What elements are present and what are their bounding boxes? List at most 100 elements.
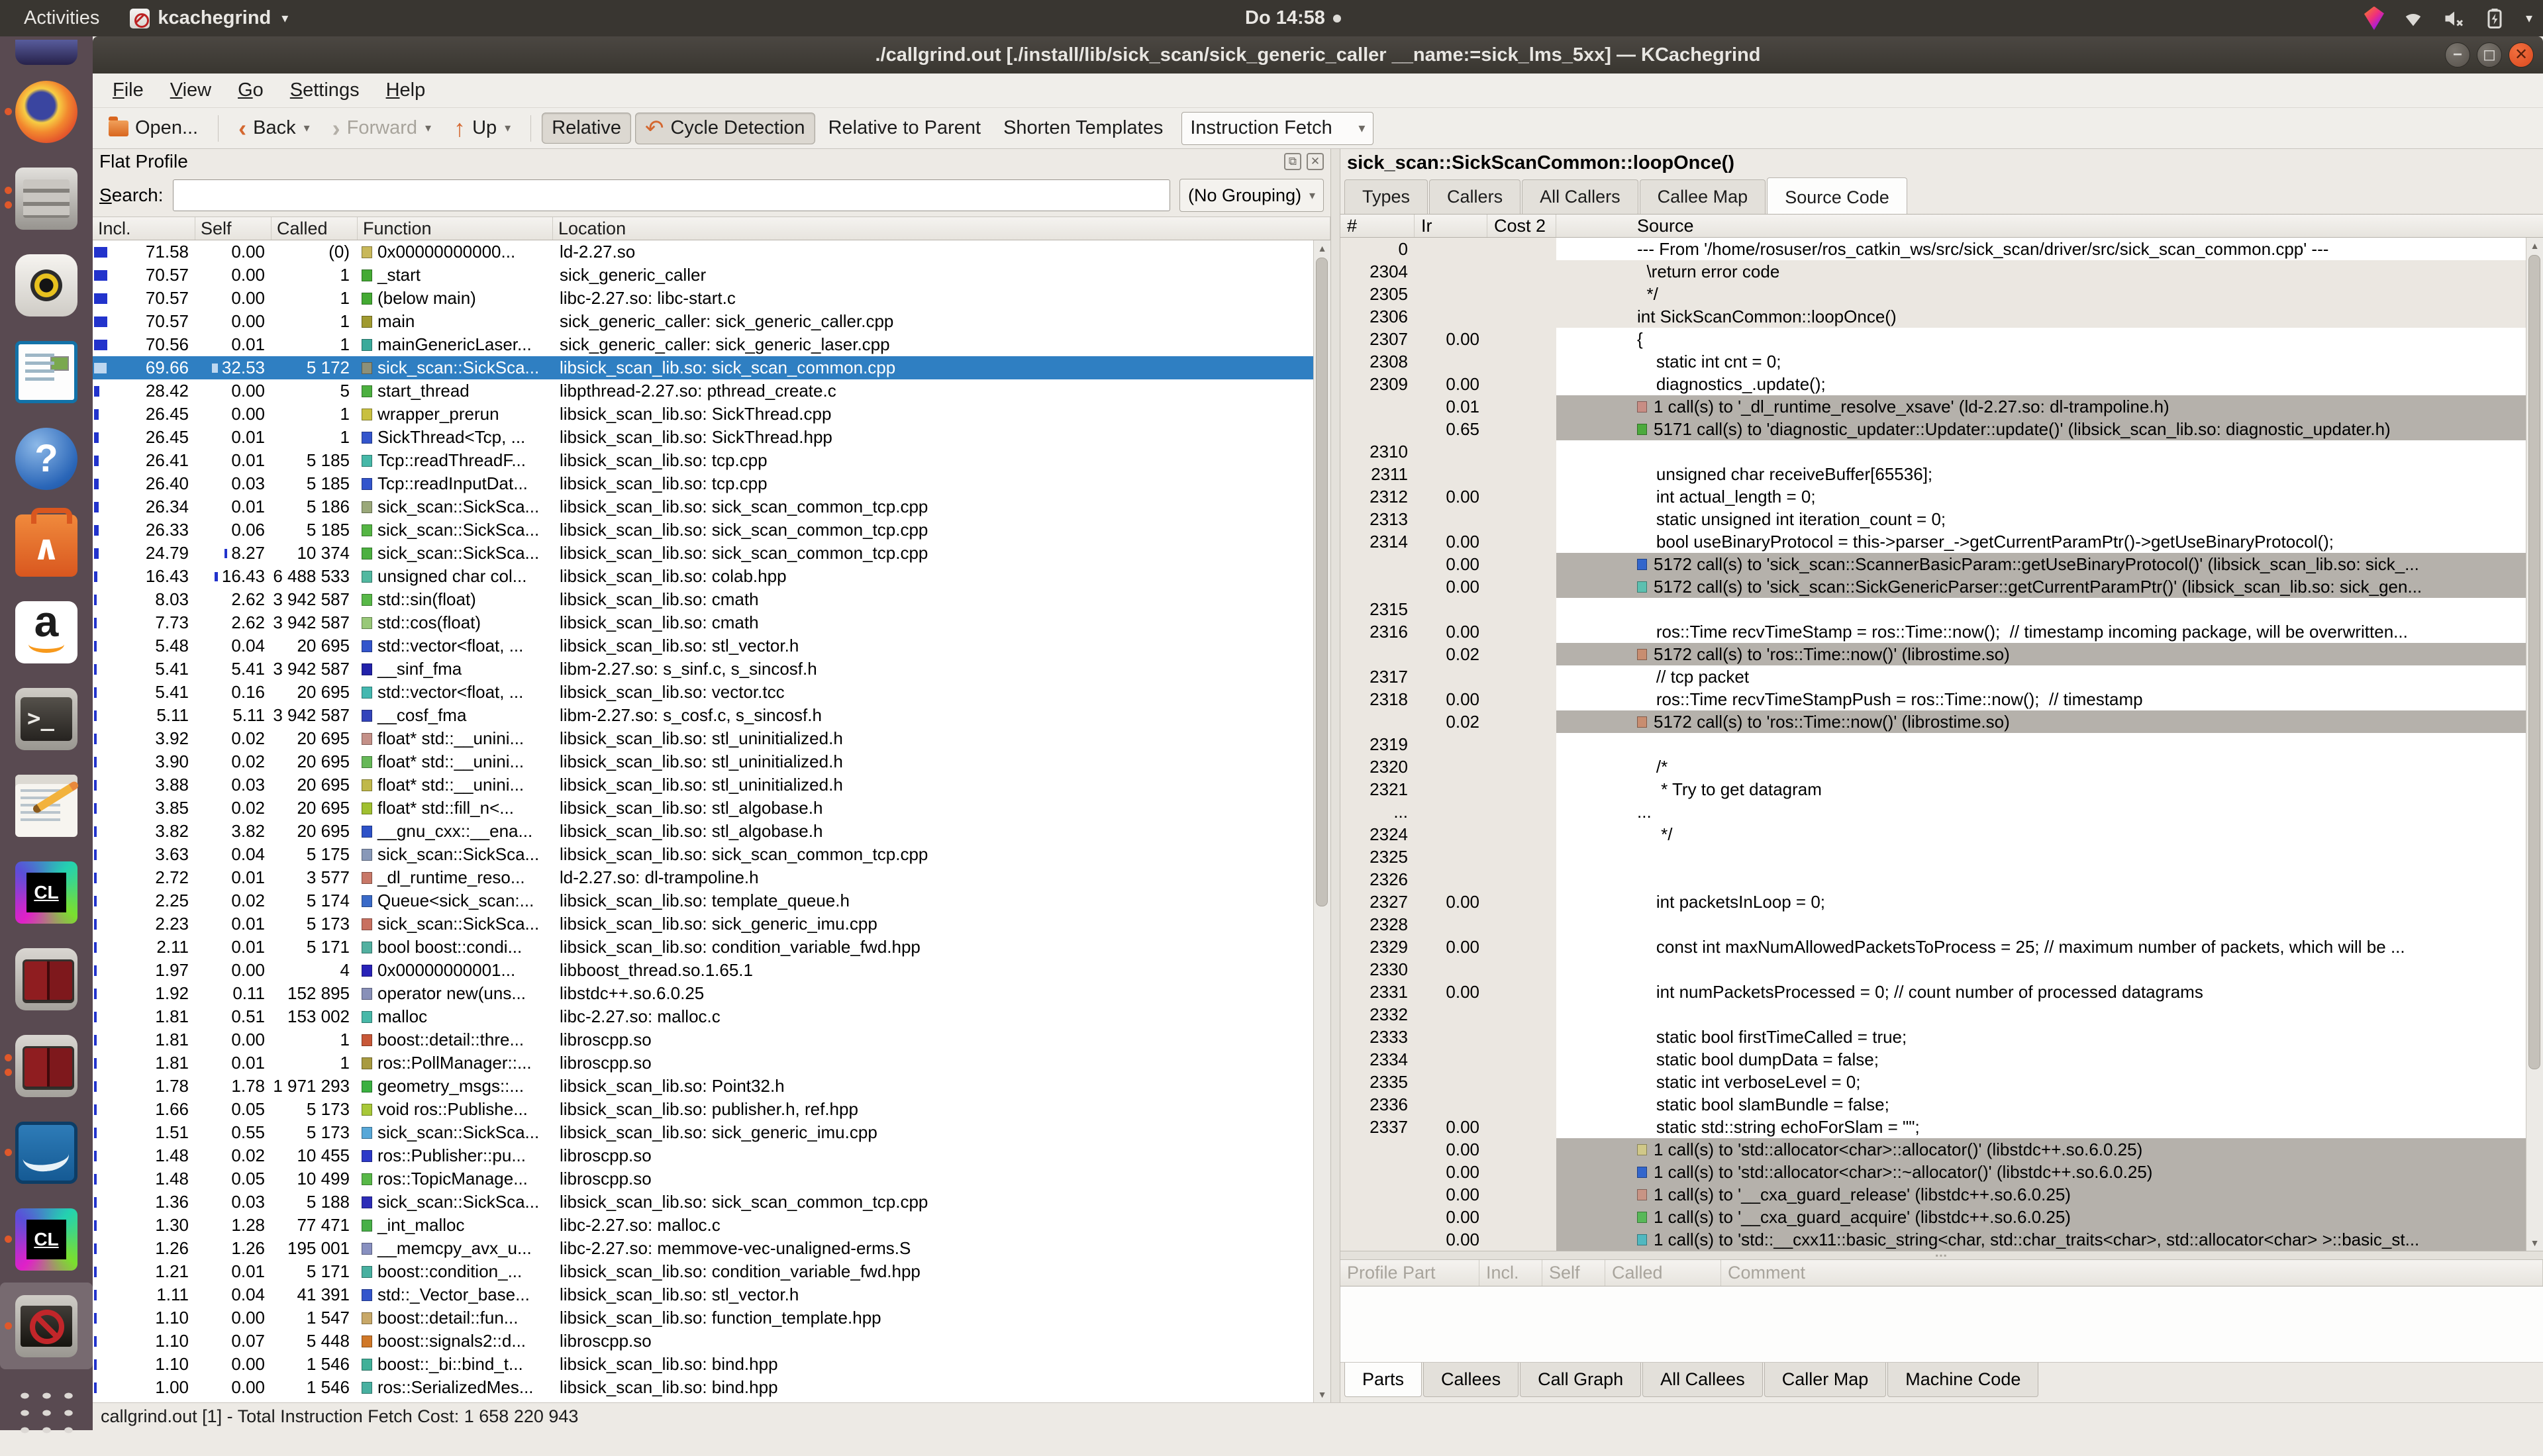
dock-item-virtualbox-red2[interactable] [0,1022,93,1109]
table-row[interactable]: 1.100.001 547boost::detail::fun...libsic… [93,1306,1330,1330]
event-type-select[interactable]: Instruction Fetch▾ [1181,112,1373,145]
title-bar[interactable]: ./callgrind.out [./install/lib/sick_scan… [93,36,2543,73]
table-row[interactable]: 1.480.0510 499ros::TopicManage...librosc… [93,1167,1330,1190]
table-row[interactable]: 1.100.075 448boost::signals2::d...libros… [93,1330,1330,1353]
source-line[interactable]: 2330 [1340,958,2543,981]
table-row[interactable]: 3.920.0220 695float* std::__unini...libs… [93,727,1330,750]
table-row[interactable]: 5.410.1620 695std::vector<float, ...libs… [93,681,1330,704]
table-row[interactable]: 1.810.51153 002malloclibc-2.27.so: mallo… [93,1005,1330,1028]
forward-button[interactable]: ›Forward▾ [323,113,440,144]
minimize-button[interactable]: − [2445,42,2470,68]
scroll-thumb[interactable] [1316,258,1328,906]
source-line[interactable]: 23290.00 const int maxNumAllowedPacketsT… [1340,936,2543,958]
back-button[interactable]: ‹Back▾ [229,113,319,144]
dock-item-rhythmbox[interactable] [0,242,93,328]
tab-callee-map[interactable]: Callee Map [1640,179,1766,214]
dock-item-clion-2[interactable] [0,1196,93,1283]
volume-muted-icon[interactable] [2442,9,2466,28]
column-header-called[interactable]: Called [272,217,358,240]
activities-button[interactable]: Activities [19,7,105,29]
scroll-down-icon[interactable]: ▼ [1314,1386,1330,1402]
source-line[interactable]: 2317 // tcp packet [1340,665,2543,688]
table-row[interactable]: 28.420.005start_threadlibpthread-2.27.so… [93,379,1330,403]
column-header-source[interactable]: Source [1556,215,2543,237]
source-line[interactable]: 23160.00 ros::Time recvTimeStamp = ros::… [1340,620,2543,643]
open-button[interactable]: Open... [99,113,207,143]
source-line[interactable]: 23270.00 int packetsInLoop = 0; [1340,891,2543,913]
dock-item-text-editor[interactable] [0,762,93,849]
call-row[interactable]: 0.001 call(s) to 'std::__cxx11::basic_st… [1340,1228,2543,1251]
table-row[interactable]: 70.560.011mainGenericLaser...sick_generi… [93,333,1330,356]
source-line[interactable]: 2335 static int verboseLevel = 0; [1340,1071,2543,1093]
source-line[interactable]: 2305 */ [1340,283,2543,305]
column-header-incl[interactable]: Incl. [1479,1260,1542,1286]
cycle-detection-toggle[interactable]: ↶Cycle Detection [635,113,815,144]
scroll-up-icon[interactable]: ▲ [1314,240,1330,256]
source-line[interactable]: 2328 [1340,913,2543,936]
dock-item-window-partial[interactable] [0,36,93,68]
dock-item-virtualbox-red[interactable] [0,936,93,1022]
table-row[interactable]: 3.880.0320 695float* std::__unini...libs… [93,773,1330,797]
call-row[interactable]: 0.001 call(s) to 'std::allocator<char>::… [1340,1161,2543,1183]
dock-item-libreoffice[interactable] [0,328,93,415]
tab-all-callers[interactable]: All Callers [1522,179,1638,214]
source-line[interactable]: 23310.00 int numPacketsProcessed = 0; //… [1340,981,2543,1003]
flat-profile-scrollbar[interactable]: ▲ ▼ [1313,240,1330,1402]
vertical-splitter[interactable] [1331,149,1340,1402]
dock-item-ubuntu-software[interactable] [0,502,93,589]
call-row[interactable]: 0.005172 call(s) to 'sick_scan::SickGene… [1340,575,2543,598]
source-line[interactable]: 2315 [1340,598,2543,620]
table-row[interactable]: 8.032.623 942 587std::sin(float)libsick_… [93,588,1330,611]
table-row[interactable]: 3.630.045 175sick_scan::SickSca...libsic… [93,843,1330,866]
close-button[interactable]: ✕ [2509,42,2534,68]
call-row[interactable]: 0.025172 call(s) to 'ros::Time::now()' (… [1340,643,2543,665]
source-line[interactable]: 2313 static unsigned int iteration_count… [1340,508,2543,530]
source-line[interactable]: 2311 unsigned char receiveBuffer[65536]; [1340,463,2543,485]
relative-toggle[interactable]: Relative [542,113,631,144]
table-row[interactable]: 1.100.001 546boost::_bi::bind_t...libsic… [93,1353,1330,1376]
table-row[interactable]: 1.920.11152 895operator new(uns...libstd… [93,982,1330,1005]
call-row[interactable]: 0.001 call(s) to '__cxa_guard_release' (… [1340,1183,2543,1206]
table-row[interactable]: 26.340.015 186sick_scan::SickSca...libsi… [93,495,1330,518]
table-row[interactable]: 3.823.8220 695__gnu_cxx::__ena...libsick… [93,820,1330,843]
source-line[interactable]: 23140.00 bool useBinaryProtocol = this->… [1340,530,2543,553]
column-header-function[interactable]: Function [358,217,553,240]
source-line[interactable]: 2308 static int cnt = 0; [1340,350,2543,373]
column-header-comment[interactable]: Comment [1721,1260,2543,1286]
column-header-incl[interactable]: Incl. [93,217,195,240]
wifi-icon[interactable] [2401,9,2425,28]
relative-to-parent-toggle[interactable]: Relative to Parent [819,113,991,143]
table-row[interactable]: 26.410.015 185Tcp::readThreadF...libsick… [93,449,1330,472]
table-row[interactable]: 70.570.001mainsick_generic_caller: sick_… [93,310,1330,333]
source-line[interactable]: 2304 \return error code [1340,260,2543,283]
dock-item-help[interactable] [0,415,93,502]
table-row[interactable]: 70.570.001(below main)libc-2.27.so: libc… [93,287,1330,310]
grouping-select[interactable]: (No Grouping)▾ [1179,179,1324,212]
table-row[interactable]: 1.970.0040x00000000001...libboost_thread… [93,959,1330,982]
dock-item-terminal[interactable] [0,675,93,762]
source-line[interactable]: 23180.00 ros::Time recvTimeStampPush = r… [1340,688,2543,710]
table-row[interactable]: 26.400.035 185Tcp::readInputDat...libsic… [93,472,1330,495]
source-line[interactable]: 2336 static bool slamBundle = false; [1340,1093,2543,1116]
tab-callers[interactable]: Callers [1429,179,1521,214]
table-row[interactable]: 1.660.055 173void ros::Publishe...libsic… [93,1098,1330,1121]
float-panel-icon[interactable]: ⧉ [1284,153,1301,170]
dock-item-kcachegrind[interactable] [0,1283,93,1369]
call-row[interactable]: 0.025172 call(s) to 'ros::Time::now()' (… [1340,710,2543,733]
horizontal-splitter[interactable]: ▪▪▪ [1340,1251,2543,1260]
maximize-button[interactable]: ◻ [2477,42,2502,68]
scroll-down-icon[interactable]: ▼ [2526,1235,2543,1251]
source-line[interactable]: 2310 [1340,440,2543,463]
source-line[interactable]: 2333 static bool firstTimeCalled = true; [1340,1026,2543,1048]
indicator-icon[interactable] [2364,7,2384,30]
table-row[interactable]: 1.210.015 171boost::condition_...libsick… [93,1260,1330,1283]
column-header-self[interactable]: Self [195,217,272,240]
table-row[interactable]: 1.810.001boost::detail::thre...libroscpp… [93,1028,1330,1051]
source-line[interactable]: 2319 [1340,733,2543,755]
tab-parts[interactable]: Parts [1344,1363,1422,1397]
table-row[interactable]: 3.850.0220 695float* std::fill_n<...libs… [93,797,1330,820]
source-line[interactable]: 2332 [1340,1003,2543,1026]
table-row[interactable]: 5.415.413 942 587__sinf_fmalibm-2.27.so:… [93,657,1330,681]
column-header-self[interactable]: Self [1542,1260,1605,1286]
table-row[interactable]: 2.110.015 171bool boost::condi...libsick… [93,936,1330,959]
